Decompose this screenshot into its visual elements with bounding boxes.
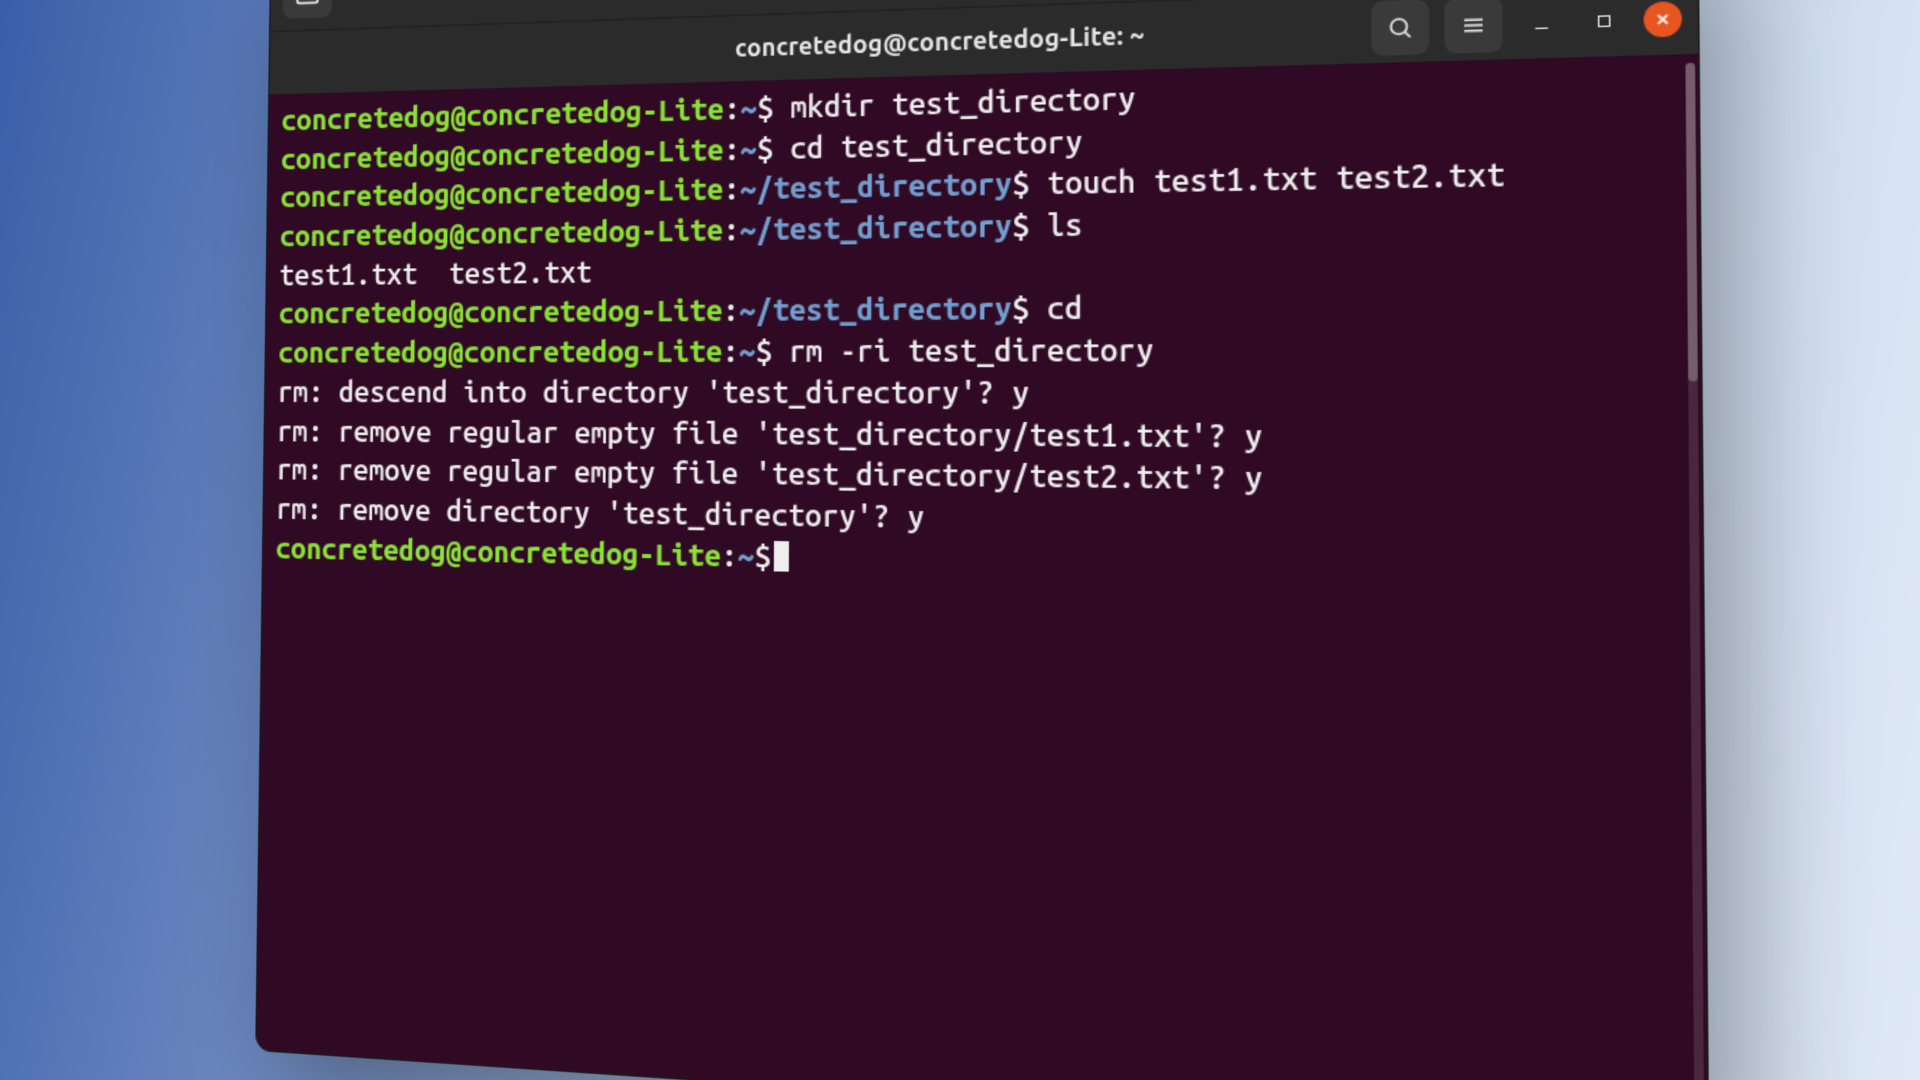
output-text: rm: remove regular empty file 'test_dire… — [277, 414, 1263, 454]
titlebar-controls — [1371, 0, 1682, 56]
scrollbar-thumb[interactable] — [1685, 63, 1697, 382]
command-text: rm -ri test_directory — [772, 333, 1154, 369]
prompt-symbol: $ — [757, 131, 774, 165]
output-text: test1.txt test2.txt — [279, 255, 592, 291]
search-icon — [1386, 14, 1413, 41]
output-text: rm: remove directory 'test_directory'? y — [276, 492, 925, 534]
prompt-user-host: concretedog@concretedog-Lite — [278, 294, 722, 330]
prompt-colon: : — [722, 294, 739, 328]
prompt-colon: : — [723, 213, 740, 247]
terminal-output: rm: descend into directory 'test_directo… — [277, 372, 1685, 416]
desktop-background: concretedog@concretedog-Lite: ~ — [0, 0, 1920, 1080]
search-button[interactable] — [1371, 0, 1429, 56]
prompt-symbol: $ — [1012, 209, 1030, 244]
close-button[interactable] — [1644, 1, 1682, 38]
terminal-window-wrap: concretedog@concretedog-Lite: ~ — [255, 0, 1709, 1080]
output-text: rm: remove regular empty file 'test_dire… — [276, 453, 1262, 497]
prompt-path: ~ — [738, 538, 755, 573]
prompt-user-host: concretedog@concretedog-Lite — [275, 531, 721, 572]
menu-button[interactable] — [1444, 0, 1503, 54]
prompt-path: ~/test_directory — [739, 292, 1012, 328]
window-title: concretedog@concretedog-Lite: ~ — [735, 22, 1145, 63]
prompt-path: ~/test_directory — [740, 167, 1012, 206]
prompt-symbol: $ — [755, 335, 772, 369]
hamburger-menu-icon — [1460, 12, 1488, 39]
terminal-cursor — [774, 540, 789, 571]
prompt-symbol: $ — [1012, 167, 1030, 202]
maximize-icon — [1595, 12, 1614, 30]
prompt-path: ~/test_directory — [740, 209, 1013, 247]
terminal-line: concretedog@concretedog-Lite:~$ rm -ri t… — [278, 328, 1685, 373]
command-text: touch test1.txt test2.txt — [1030, 158, 1506, 202]
prompt-user-host: concretedog@concretedog-Lite — [281, 92, 724, 137]
prompt-path: ~ — [740, 132, 757, 166]
prompt-symbol: $ — [1012, 292, 1030, 327]
command-text: ls — [1030, 208, 1083, 244]
command-text: cd test_directory — [773, 124, 1082, 165]
prompt-colon: : — [722, 335, 739, 369]
prompt-user-host: concretedog@concretedog-Lite — [280, 213, 724, 253]
prompt-colon: : — [724, 92, 741, 126]
prompt-colon: : — [721, 538, 738, 573]
prompt-path: ~ — [740, 91, 757, 125]
command-text: cd — [1029, 291, 1082, 327]
prompt-path: ~ — [739, 335, 756, 369]
output-text: rm: descend into directory 'test_directo… — [277, 375, 1029, 410]
new-tab-button[interactable] — [283, 0, 333, 19]
prompt-user-host: concretedog@concretedog-Lite — [280, 173, 723, 214]
prompt-user-host: concretedog@concretedog-Lite — [281, 133, 724, 176]
new-tab-icon — [294, 0, 321, 9]
prompt-symbol: $ — [754, 539, 771, 574]
terminal-window: concretedog@concretedog-Lite: ~ — [255, 0, 1709, 1080]
terminal-body[interactable]: concretedog@concretedog-Lite:~$ mkdir te… — [256, 54, 1707, 1080]
maximize-button[interactable] — [1580, 0, 1628, 44]
minimize-button[interactable] — [1518, 0, 1565, 45]
command-text: mkdir test_directory — [774, 81, 1136, 125]
close-icon — [1653, 10, 1672, 28]
terminal-scrollbar[interactable] — [1685, 63, 1704, 1080]
prompt-colon: : — [724, 132, 741, 166]
prompt-symbol: $ — [757, 91, 774, 125]
minimize-icon — [1531, 13, 1553, 34]
prompt-user-host: concretedog@concretedog-Lite — [278, 335, 722, 370]
prompt-colon: : — [723, 173, 740, 207]
